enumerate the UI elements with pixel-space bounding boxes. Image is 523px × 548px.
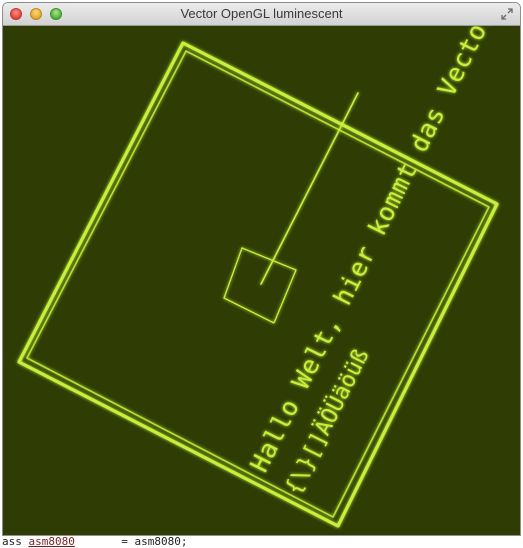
app-window: Vector OpenGL luminescent Hallo Welt, hi… [3, 3, 520, 535]
needle-line [260, 92, 359, 285]
editor-keyword: asm8080 [28, 535, 75, 548]
fullscreen-icon[interactable] [500, 7, 514, 21]
vector-text-line1: Hallo Welt, hier kommt das Vector-Displa… [244, 26, 520, 477]
vector-display: Hallo Welt, hier kommt das Vector-Displa… [17, 26, 520, 528]
title-bar[interactable]: Vector OpenGL luminescent [3, 3, 520, 26]
editor-text-right: = asm8080; [74, 535, 188, 548]
small-square [223, 247, 297, 324]
opengl-canvas[interactable]: Hallo Welt, hier kommt das Vector-Displa… [3, 26, 520, 535]
background-editor-fragment: ass asm8080 = asm8080; [2, 535, 187, 548]
window-title: Vector OpenGL luminescent [180, 6, 343, 21]
editor-text-left: ass [2, 535, 29, 548]
